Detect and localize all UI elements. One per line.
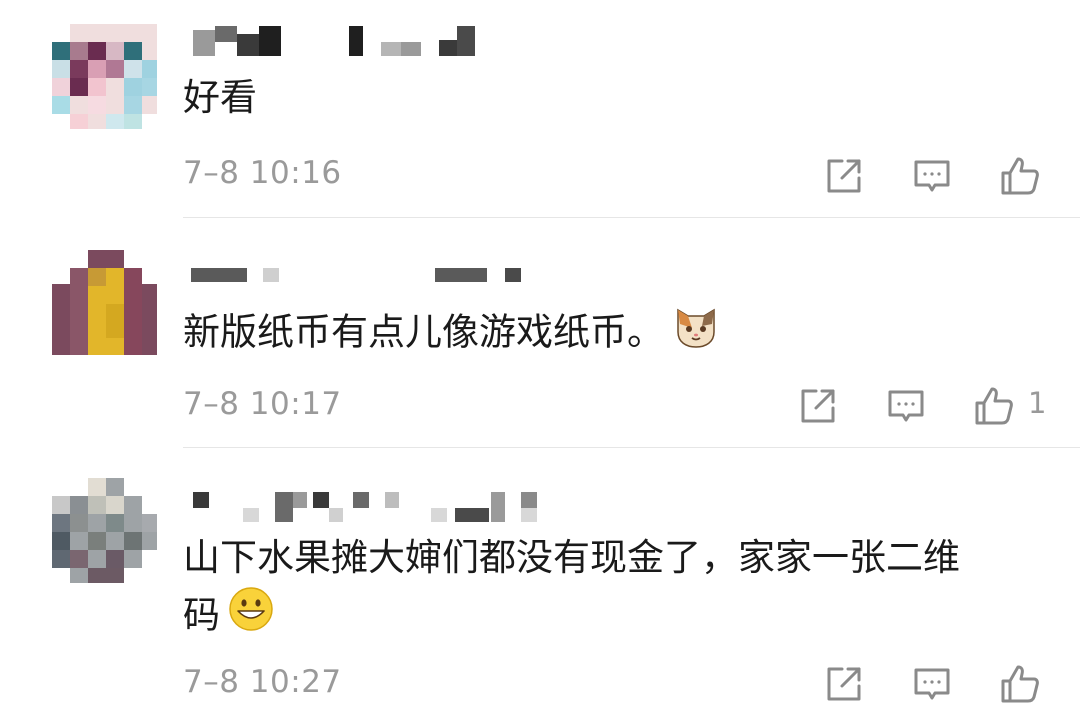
share-icon[interactable] — [820, 152, 868, 200]
comment-icon[interactable] — [882, 382, 930, 430]
comment-text: 新版纸币有点儿像游戏纸币。 — [183, 302, 720, 366]
comment-actions — [820, 660, 1050, 708]
comment-actions — [820, 152, 1050, 200]
comment-item: 山下水果摊大婶们都没有现金了，家家一张二维 码 7–8 10:27 — [0, 448, 1080, 708]
username[interactable] — [183, 22, 503, 56]
comment-text-content: 码 — [183, 593, 220, 637]
comment-actions: 1 — [794, 382, 1050, 430]
comment-text-content: 新版纸币有点儿像游戏纸币。 — [183, 310, 664, 354]
comment-icon[interactable] — [908, 152, 956, 200]
comment-icon[interactable] — [908, 660, 956, 708]
avatar[interactable] — [52, 24, 157, 129]
share-icon[interactable] — [820, 660, 868, 708]
avatar[interactable] — [52, 478, 157, 583]
comment-item: 好看 7–8 10:16 — [0, 0, 1080, 218]
grinning-face-emoji — [228, 586, 274, 648]
thumbs-up-icon[interactable] — [996, 152, 1044, 200]
comment-text-line-1: 山下水果摊大婶们都没有现金了，家家一张二维 — [183, 536, 960, 579]
comment-text-line-2: 码 — [183, 586, 274, 648]
comment-timestamp: 7–8 10:16 — [183, 155, 342, 191]
share-icon[interactable] — [794, 382, 842, 430]
thumbs-up-icon[interactable] — [996, 660, 1044, 708]
comment-text: 好看 — [183, 76, 257, 119]
comment-timestamp: 7–8 10:17 — [183, 386, 342, 422]
username[interactable] — [183, 488, 583, 522]
like-count: 1 — [1028, 386, 1047, 420]
avatar[interactable] — [52, 250, 157, 355]
thumbs-up-icon[interactable] — [970, 382, 1018, 430]
cat-face-emoji — [672, 302, 720, 366]
username[interactable] — [183, 248, 543, 282]
comment-timestamp: 7–8 10:27 — [183, 664, 342, 700]
comment-item: 新版纸币有点儿像游戏纸币。 7–8 10:17 1 — [0, 218, 1080, 448]
